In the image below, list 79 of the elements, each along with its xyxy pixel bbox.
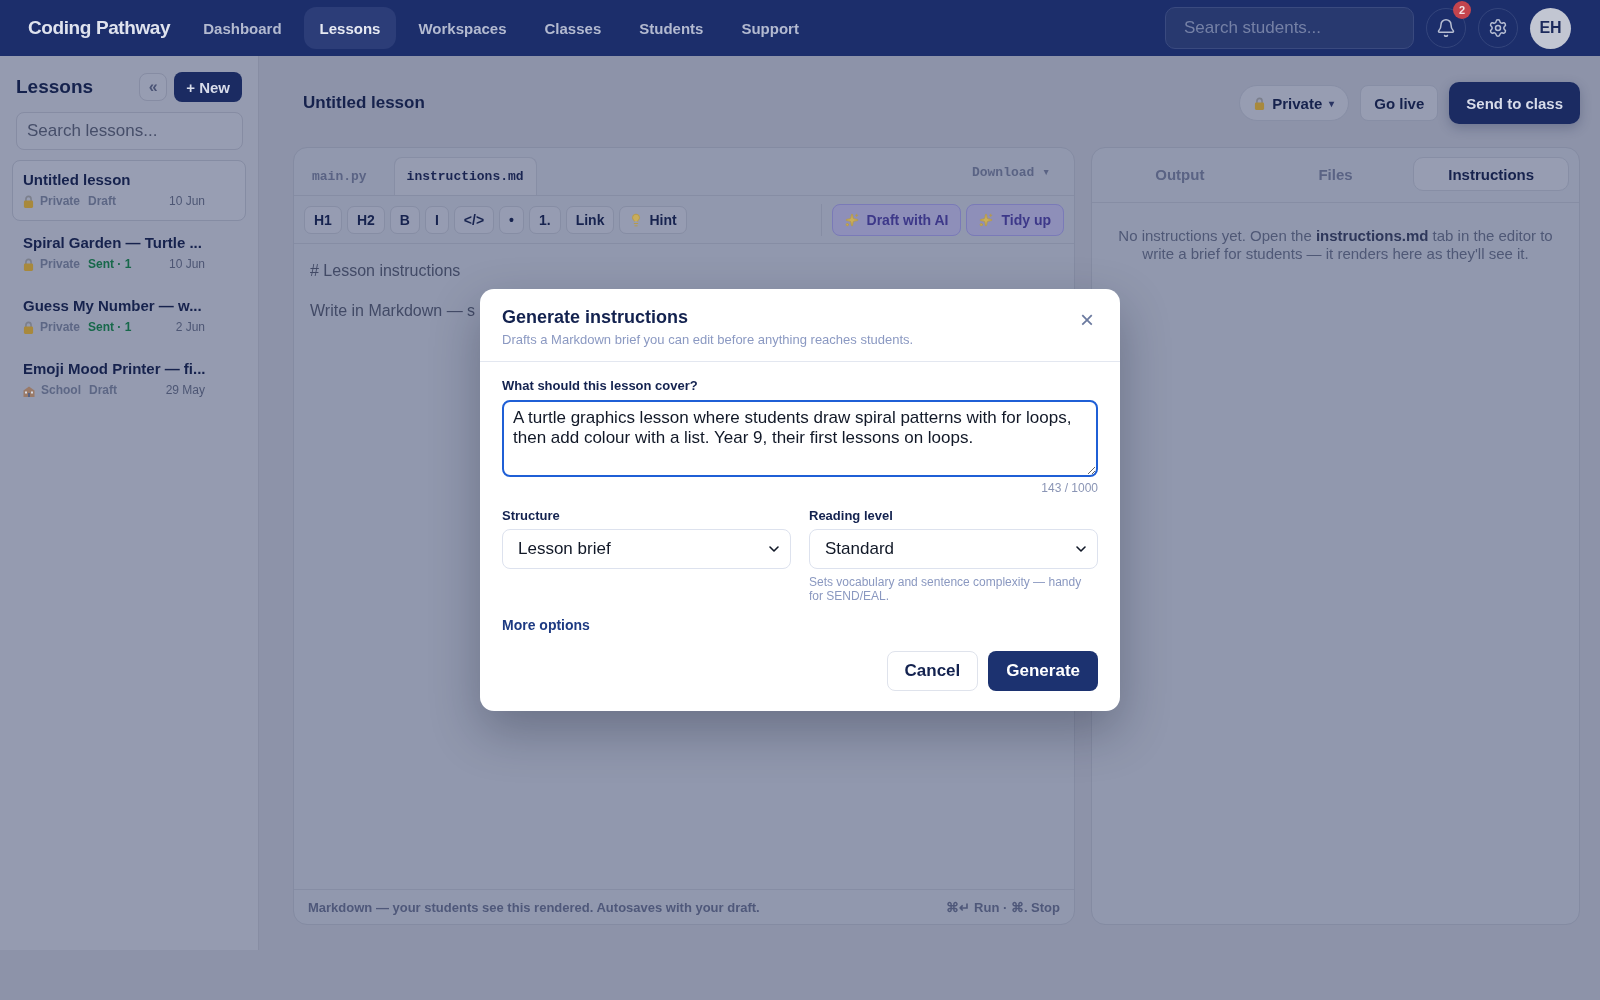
lesson-date: 2 Jun bbox=[175, 320, 205, 335]
visibility-label: Private bbox=[40, 257, 81, 272]
format-button[interactable]: H2 bbox=[346, 205, 385, 234]
nav-tab[interactable]: Dashboard bbox=[187, 7, 298, 49]
format-button[interactable]: </> bbox=[453, 205, 495, 234]
close-button[interactable]: × bbox=[1076, 309, 1098, 331]
sparkles-icon bbox=[979, 212, 994, 227]
nav-tab[interactable]: Classes bbox=[528, 7, 618, 49]
cancel-button[interactable]: Cancel bbox=[886, 651, 979, 691]
school-building-icon bbox=[23, 384, 35, 397]
more-options-link[interactable]: More options bbox=[502, 617, 590, 633]
notification-badge: 2 bbox=[1453, 1, 1471, 19]
nav-tab[interactable]: Support bbox=[725, 7, 815, 49]
format-button[interactable]: Link bbox=[565, 205, 615, 234]
ai-action-button[interactable]: Tidy up bbox=[966, 203, 1064, 236]
markdown-line: # Lesson instructions bbox=[310, 261, 461, 281]
privacy-button[interactable]: Private ▾ bbox=[1239, 85, 1350, 121]
format-button[interactable]: B bbox=[389, 205, 420, 234]
dialog-title: Generate instructions bbox=[502, 306, 689, 329]
lesson-date: 10 Jun bbox=[168, 257, 205, 272]
lesson-heading: Untitled lesson bbox=[302, 93, 426, 113]
lesson-date: 29 May bbox=[165, 383, 205, 398]
lesson-title: Guess My Number — w... bbox=[23, 296, 203, 315]
sparkles-icon bbox=[844, 212, 859, 227]
field-hint: Sets vocabulary and sentence complexity — handy for SEND/EAL. bbox=[809, 575, 1083, 603]
sidebar-title: Lessons bbox=[16, 76, 95, 98]
field-label: Reading level bbox=[809, 508, 893, 524]
lesson-item[interactable]: Emoji Mood Printer — fi... School Draft 29 May bbox=[12, 349, 246, 410]
go-live-button[interactable]: Go live bbox=[1360, 85, 1439, 121]
shortcut-hint: ⌘↵ Run · ⌘. Stop bbox=[946, 899, 1060, 915]
field-label: What should this lesson cover? bbox=[502, 378, 698, 394]
format-button[interactable]: I bbox=[424, 205, 449, 234]
status-label: Draft bbox=[88, 194, 117, 209]
nav-tab[interactable]: Workspaces bbox=[402, 7, 523, 49]
send-to-class-button[interactable]: Send to class bbox=[1449, 82, 1580, 124]
lock-icon bbox=[23, 195, 34, 208]
dropdown-select[interactable]: Standard bbox=[809, 529, 1098, 569]
file-tab[interactable]: instructions.md bbox=[393, 157, 537, 195]
ai-action-button[interactable]: Draft with AI bbox=[831, 203, 962, 236]
visibility-label: School bbox=[41, 383, 81, 398]
user-avatar[interactable]: EH bbox=[1530, 7, 1571, 49]
editor-footer-note: Markdown — your students see this rendered. Autosaves with your draft. bbox=[308, 899, 760, 915]
field-label: Structure bbox=[502, 508, 560, 524]
lesson-item[interactable]: Untitled lesson Private Draft 10 Jun bbox=[12, 160, 246, 221]
lesson-item[interactable]: Guess My Number — w... Private Sent · 1 2 Jun bbox=[12, 286, 246, 347]
app-logo[interactable]: Coding Pathway bbox=[28, 17, 171, 39]
student-search-field[interactable]: Search students... bbox=[1165, 7, 1414, 49]
lesson-search-field[interactable]: Search lessons... bbox=[16, 112, 243, 150]
status-label: Sent · 1 bbox=[88, 257, 132, 272]
lesson-date: 10 Jun bbox=[168, 194, 205, 209]
lock-icon bbox=[1254, 96, 1266, 110]
dialog-subtitle: Drafts a Markdown brief you can edit before anything reaches students. bbox=[502, 331, 914, 348]
format-button[interactable]: • bbox=[499, 205, 524, 234]
lesson-title: Untitled lesson bbox=[23, 170, 132, 189]
lesson-title: Emoji Mood Printer — fi... bbox=[23, 359, 207, 378]
dropdown-select[interactable]: Lesson brief bbox=[502, 529, 791, 569]
collapse-button[interactable]: « bbox=[139, 73, 168, 101]
hint-button[interactable]: Hint bbox=[619, 205, 687, 234]
status-label: Draft bbox=[89, 383, 118, 398]
preview-tab[interactable]: Instructions bbox=[1413, 157, 1569, 191]
lock-icon bbox=[23, 258, 34, 271]
new-lesson-button[interactable]: + New bbox=[174, 72, 242, 102]
nav-tab[interactable]: Lessons bbox=[303, 7, 397, 49]
settings-icon bbox=[1488, 18, 1508, 38]
nav-tab[interactable]: Students bbox=[623, 7, 720, 49]
lock-icon bbox=[23, 321, 34, 334]
lesson-topic-field[interactable]: A turtle graphics lesson where students draw spiral patterns with for loops, then add colour with a list. Year 9, their first lessons on loops. bbox=[502, 400, 1098, 477]
status-label: Sent · 1 bbox=[88, 320, 132, 335]
lesson-title: Spiral Garden — Turtle ... bbox=[23, 233, 203, 252]
format-button[interactable]: H1 bbox=[304, 205, 342, 234]
generate-button[interactable]: Generate bbox=[988, 651, 1098, 691]
character-counter: 143 / 1000 bbox=[1041, 481, 1098, 495]
bell-icon bbox=[1436, 18, 1456, 38]
markdown-line: Write in Markdown — s bbox=[310, 301, 476, 321]
format-button[interactable]: 1. bbox=[529, 205, 561, 234]
lesson-item[interactable]: Spiral Garden — Turtle ... Private Sent · 1 10 Jun bbox=[12, 223, 246, 284]
visibility-label: Private bbox=[40, 194, 81, 209]
visibility-label: Private bbox=[40, 320, 81, 335]
empty-state-text: No instructions yet. Open the instructions.md tab in the editor to write a brief for students — it renders here as they'll see it. bbox=[1117, 227, 1554, 263]
